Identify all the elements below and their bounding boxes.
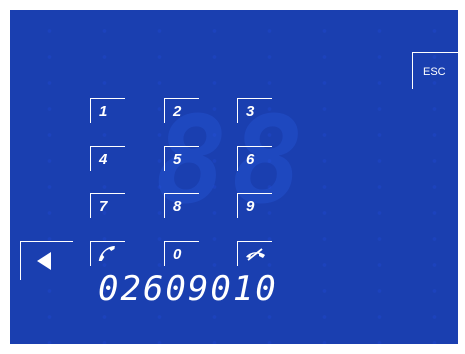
key-8[interactable]: 8 (164, 193, 199, 218)
key-0-label: 0 (173, 246, 182, 263)
dialed-number-display: 02609010 (98, 269, 278, 309)
esc-button[interactable]: ESC (412, 52, 458, 89)
key-6-label: 6 (246, 151, 255, 168)
call-button[interactable] (90, 241, 125, 266)
key-6[interactable]: 6 (237, 146, 272, 171)
key-4[interactable]: 4 (90, 146, 125, 171)
key-5[interactable]: 5 (164, 146, 199, 171)
key-0[interactable]: 0 (164, 241, 199, 266)
key-3[interactable]: 3 (237, 98, 272, 123)
key-5-label: 5 (173, 151, 182, 168)
key-4-label: 4 (99, 151, 108, 168)
phone-hangup-icon (246, 248, 265, 261)
esc-label: ESC (423, 66, 446, 78)
key-2-label: 2 (173, 103, 182, 120)
key-1-label: 1 (99, 103, 108, 120)
key-8-label: 8 (173, 198, 182, 215)
key-9[interactable]: 9 (237, 193, 272, 218)
key-7-label: 7 (99, 198, 108, 215)
hangup-button[interactable] (237, 241, 272, 266)
key-3-label: 3 (246, 103, 255, 120)
arrow-left-icon (37, 252, 51, 270)
phone-call-icon (98, 246, 115, 261)
phone-dialer-screen: 88 ESC 1 2 3 4 5 6 7 8 9 0 02609010 (10, 10, 458, 344)
key-1[interactable]: 1 (90, 98, 125, 123)
back-button[interactable] (20, 241, 73, 280)
key-7[interactable]: 7 (90, 193, 125, 218)
key-2[interactable]: 2 (164, 98, 199, 123)
key-9-label: 9 (246, 198, 255, 215)
